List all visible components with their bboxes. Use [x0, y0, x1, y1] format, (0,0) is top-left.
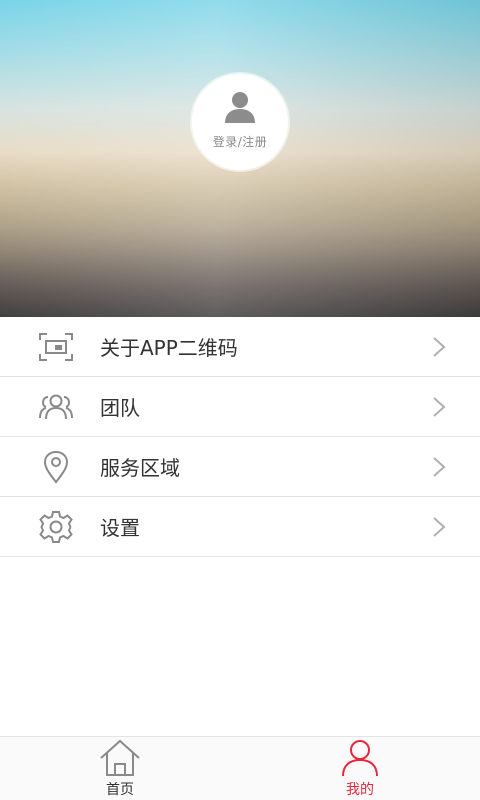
menu-item-service-area[interactable]: 服务区域	[0, 437, 480, 497]
profile-menu-list: 关于APP二维码 团队 服务区域 设置	[0, 317, 480, 557]
chevron-right-icon	[433, 337, 446, 357]
chevron-right-icon	[433, 457, 446, 477]
chevron-right-icon	[433, 517, 446, 537]
qr-code-icon	[38, 329, 74, 365]
tab-home-label: 首页	[106, 782, 134, 798]
bottom-tab-bar: 首页 我的	[0, 736, 480, 800]
menu-item-team[interactable]: 团队	[0, 377, 480, 437]
menu-label-team: 团队	[100, 396, 140, 420]
login-avatar-button[interactable]: 登录/注册	[192, 74, 288, 170]
location-pin-icon	[38, 449, 74, 485]
tab-mine[interactable]: 我的	[240, 737, 480, 800]
user-silhouette-icon	[225, 91, 255, 123]
profile-header-background: 登录/注册	[0, 0, 480, 317]
person-icon	[342, 740, 378, 777]
menu-label-settings: 设置	[100, 516, 140, 540]
gear-icon	[38, 509, 74, 545]
home-icon	[100, 739, 140, 776]
login-register-label: 登录/注册	[212, 134, 268, 149]
tab-home[interactable]: 首页	[0, 737, 240, 800]
team-icon	[38, 389, 74, 425]
menu-item-settings[interactable]: 设置	[0, 497, 480, 557]
menu-label-service-area: 服务区域	[100, 456, 180, 480]
menu-label-qr-code: 关于APP二维码	[100, 336, 238, 360]
menu-item-qr-code[interactable]: 关于APP二维码	[0, 317, 480, 377]
tab-mine-label: 我的	[346, 782, 374, 798]
chevron-right-icon	[433, 397, 446, 417]
header-shadow-overlay	[0, 227, 480, 317]
